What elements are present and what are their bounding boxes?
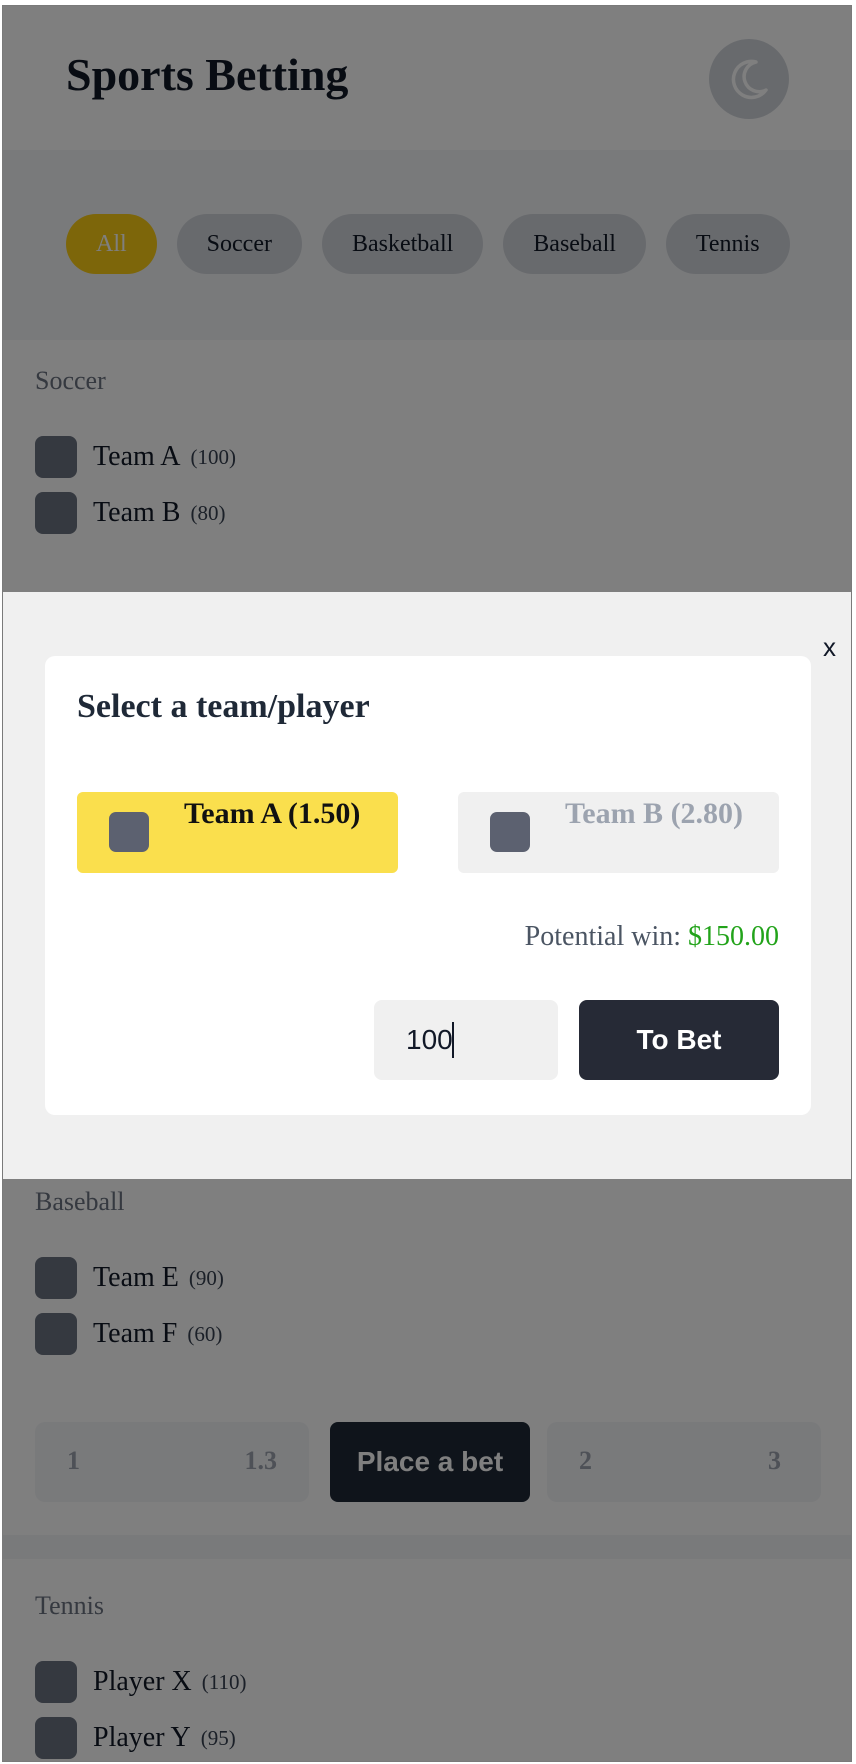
close-button[interactable]: x xyxy=(823,632,836,663)
choice-team-b[interactable]: Team B (2.80) xyxy=(458,792,779,873)
potential-win-amount: $150.00 xyxy=(688,921,779,952)
choice-label: Team B (2.80) xyxy=(565,797,744,830)
to-bet-button[interactable]: To Bet xyxy=(579,1000,779,1080)
potential-win-label: Potential win: xyxy=(524,921,681,952)
checkbox[interactable] xyxy=(109,812,149,852)
app-frame: Sports Betting AllSoccerBasketballBaseba… xyxy=(2,5,852,1762)
potential-win: Potential win: $150.00 xyxy=(525,921,779,953)
checkbox[interactable] xyxy=(490,812,530,852)
bet-modal: x Select a team/player Team A (1.50) Tea… xyxy=(3,592,851,1179)
stake-input[interactable] xyxy=(374,1000,558,1080)
modal-title: Select a team/player xyxy=(77,688,370,725)
choice-team-a[interactable]: Team A (1.50) xyxy=(77,792,398,873)
choice-label: Team A (1.50) xyxy=(184,797,361,830)
modal-card: Select a team/player Team A (1.50) Team … xyxy=(45,656,811,1115)
text-caret xyxy=(452,1022,454,1058)
